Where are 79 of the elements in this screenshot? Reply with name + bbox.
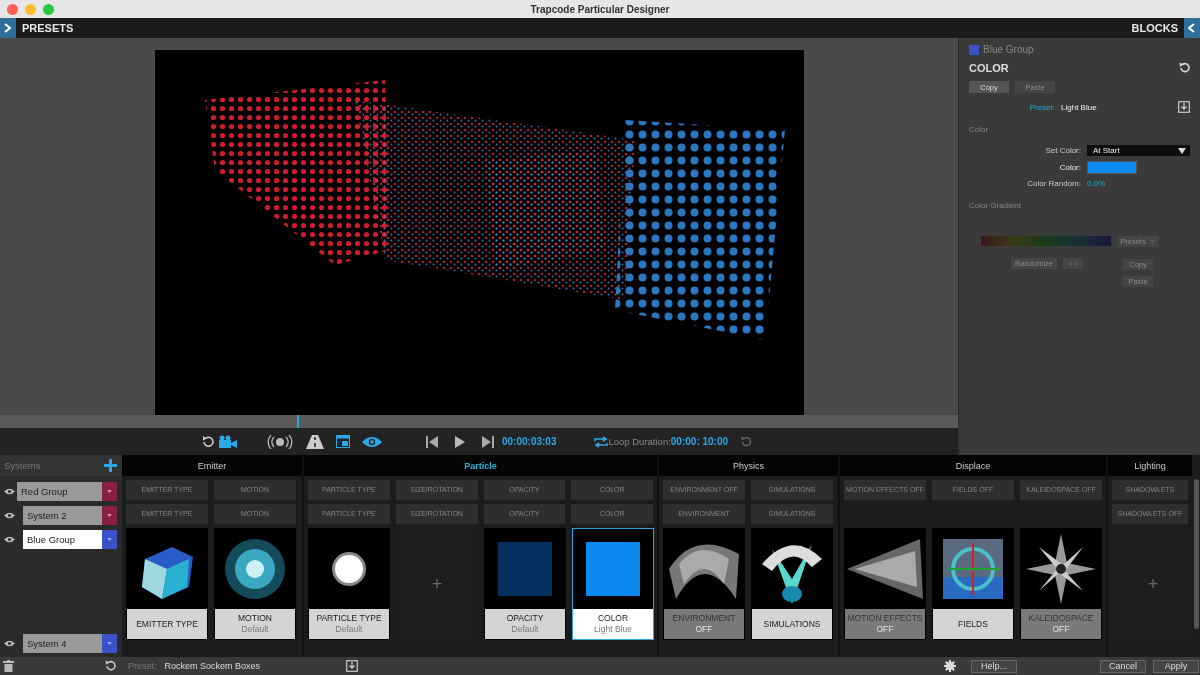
preset-name[interactable]: Rockem Sockem Boxes bbox=[164, 661, 261, 671]
eye-icon[interactable] bbox=[3, 536, 15, 543]
add-icon[interactable] bbox=[104, 459, 117, 472]
category-tab[interactable]: Emitter bbox=[122, 455, 302, 476]
blocks-label[interactable]: BLOCKS bbox=[1131, 22, 1178, 34]
playhead[interactable] bbox=[296, 415, 299, 428]
apply-button[interactable]: Apply bbox=[1153, 659, 1200, 673]
chevron-left-icon bbox=[1188, 23, 1196, 33]
color-random-label: Color Random: bbox=[1026, 179, 1082, 188]
system-name[interactable]: Blue Group bbox=[23, 530, 102, 549]
category-tab[interactable]: Lighting bbox=[1108, 455, 1192, 476]
save-preset-icon[interactable] bbox=[346, 660, 359, 672]
block-card[interactable]: EMITTER TYPE bbox=[126, 528, 208, 640]
eye-icon[interactable] bbox=[3, 640, 15, 647]
section-label: Color Gradient bbox=[969, 201, 1022, 210]
presets-label[interactable]: PRESETS bbox=[22, 22, 74, 34]
reset-icon[interactable] bbox=[201, 434, 215, 449]
trash-icon[interactable] bbox=[3, 660, 14, 672]
loop-duration-label: Loop Duration: bbox=[608, 436, 671, 447]
eye-icon[interactable] bbox=[362, 435, 382, 448]
system-color-button[interactable] bbox=[102, 530, 117, 549]
blocks-toggle-button[interactable] bbox=[1184, 18, 1200, 38]
block-title: COLOR bbox=[969, 62, 1009, 74]
panel-title: Systems bbox=[4, 460, 41, 471]
dropdown-arrow-icon bbox=[107, 642, 112, 645]
scrollbar-thumb[interactable] bbox=[1193, 479, 1199, 629]
skip-back-icon[interactable] bbox=[426, 435, 438, 448]
timeline-track[interactable] bbox=[0, 415, 958, 428]
system-color-button[interactable] bbox=[102, 482, 117, 501]
skip-forward-icon[interactable] bbox=[482, 435, 494, 448]
preset-value[interactable]: Light Blue bbox=[1061, 102, 1178, 112]
system-name[interactable]: System 2 bbox=[23, 506, 102, 525]
block-card[interactable]: KALEIDOSPACE OFF bbox=[1020, 528, 1102, 640]
block-card[interactable]: OPACITY Default bbox=[484, 528, 566, 640]
help-button[interactable]: Help... bbox=[971, 659, 1018, 673]
color-random-value[interactable]: 0.0% bbox=[1087, 179, 1106, 188]
category-tab[interactable]: Displace bbox=[840, 455, 1106, 476]
camera-icon[interactable] bbox=[218, 434, 238, 449]
system-name[interactable]: System 4 bbox=[23, 634, 102, 653]
dropdown-arrow-icon bbox=[1178, 147, 1186, 154]
dropdown-arrow-icon bbox=[107, 538, 112, 541]
set-color-label: Set Color: bbox=[1044, 146, 1082, 155]
system-color-button[interactable] bbox=[102, 634, 117, 653]
reset-icon[interactable] bbox=[1178, 62, 1190, 74]
color-label: Color: bbox=[1058, 163, 1082, 172]
block-card[interactable]: MOTION Default bbox=[214, 528, 296, 640]
eye-icon[interactable] bbox=[3, 488, 15, 495]
save-preset-icon[interactable] bbox=[1178, 101, 1190, 113]
broadcast-icon[interactable] bbox=[266, 434, 294, 449]
cancel-button[interactable]: Cancel bbox=[1100, 659, 1147, 673]
category-tab[interactable]: Physics bbox=[659, 455, 838, 476]
road-icon[interactable] bbox=[306, 434, 324, 449]
block-card[interactable]: ENVIRONMENT OFF bbox=[663, 528, 745, 640]
category-tab[interactable]: Particle bbox=[304, 455, 657, 476]
presets-toggle-button[interactable] bbox=[0, 18, 16, 38]
set-color-dropdown[interactable]: At Start bbox=[1087, 145, 1190, 156]
block-card[interactable]: MOTION EFFECTS OFF bbox=[844, 528, 926, 640]
reset-icon[interactable] bbox=[104, 660, 116, 672]
block-card[interactable]: FIELDS bbox=[932, 528, 1014, 640]
window-icon[interactable] bbox=[336, 435, 350, 448]
block-card[interactable]: COLOR Light Blue bbox=[572, 528, 654, 640]
window-title: Trapcode Particular Designer bbox=[530, 3, 670, 15]
loop-duration-value[interactable]: 00:00: 10:00 bbox=[670, 436, 729, 447]
section-label: Color bbox=[969, 125, 989, 134]
loop-icon[interactable] bbox=[594, 435, 609, 448]
dropdown-arrow-icon bbox=[107, 490, 112, 493]
color-swatch[interactable] bbox=[1087, 161, 1137, 174]
eye-icon[interactable] bbox=[3, 512, 15, 519]
settings-icon[interactable] bbox=[944, 660, 957, 672]
block-card[interactable]: SIMULATIONS bbox=[751, 528, 833, 640]
system-color-button[interactable] bbox=[102, 506, 117, 525]
system-name[interactable]: Red Group bbox=[17, 482, 102, 501]
current-time[interactable]: 00:00:03:03 bbox=[494, 436, 557, 447]
chevron-right-icon bbox=[4, 23, 12, 33]
preset-label: Preset: bbox=[1028, 102, 1056, 112]
play-icon[interactable] bbox=[454, 435, 466, 448]
dropdown-arrow-icon bbox=[107, 514, 112, 517]
group-name: Blue Group bbox=[983, 44, 1034, 55]
block-card[interactable]: PARTICLE TYPE Default bbox=[308, 528, 390, 640]
